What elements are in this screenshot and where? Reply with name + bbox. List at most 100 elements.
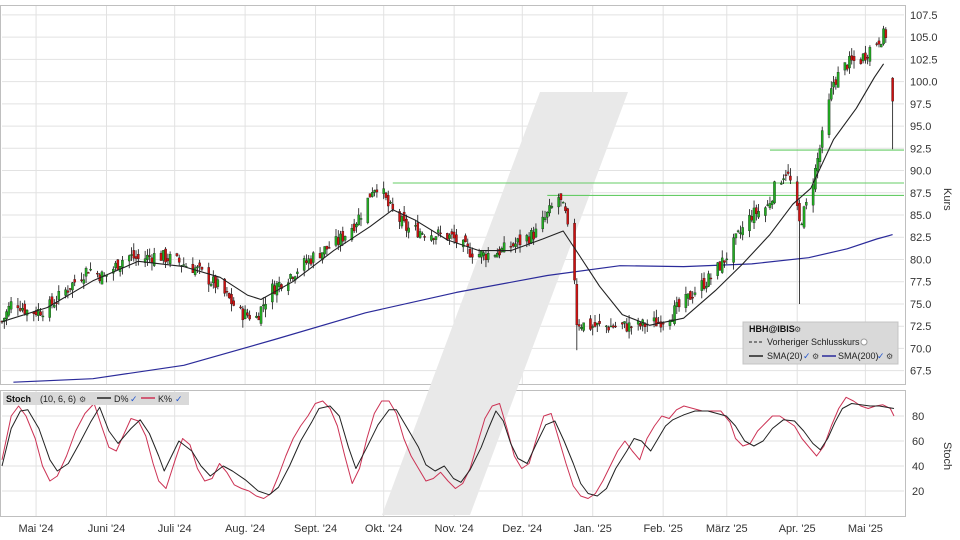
candle-body: [850, 55, 853, 61]
candle-body: [21, 308, 24, 311]
stoch-k-check-icon[interactable]: ✓: [175, 394, 183, 404]
candle-body: [798, 203, 801, 222]
candle-body: [582, 322, 585, 331]
stoch-y-tick-label: 60: [912, 436, 924, 448]
candle-body: [130, 254, 133, 256]
candle-body: [500, 248, 504, 252]
candle-body: [621, 322, 624, 325]
candle-body: [800, 223, 804, 226]
candle-body: [116, 259, 120, 271]
candle-body: [468, 248, 472, 258]
candle-body: [550, 206, 554, 208]
candle-body: [421, 233, 424, 235]
candle-body: [795, 181, 799, 206]
candle-body: [782, 178, 785, 181]
candle-body: [162, 250, 165, 261]
candle-body: [786, 171, 790, 174]
candle-body: [191, 263, 195, 273]
candle-body: [705, 285, 708, 289]
candle-body: [302, 258, 306, 271]
legend-sma200-check-icon[interactable]: ✓: [877, 351, 885, 361]
candle-body: [534, 228, 538, 238]
legend-sma20-settings-icon[interactable]: ⚙: [812, 352, 819, 361]
candle-body: [891, 77, 894, 102]
candle-body: [577, 324, 581, 327]
candle-body: [591, 326, 594, 328]
candle-body: [177, 257, 181, 263]
x-tick-label: Feb. '25: [643, 523, 682, 535]
candle-body: [371, 192, 374, 197]
candle-body: [243, 309, 247, 320]
candle-body: [225, 291, 229, 293]
candle-body: [609, 325, 613, 328]
candle-body: [296, 271, 299, 274]
candle-body: [148, 255, 151, 257]
stoch-d-check-icon[interactable]: ✓: [130, 394, 138, 404]
candle-body: [686, 293, 690, 299]
candle-body: [673, 305, 676, 324]
price-y-tick-label: 75.0: [910, 299, 931, 311]
legend-instrument: HBH@IBIS: [749, 324, 795, 334]
price-axis-title: Kurs: [941, 188, 953, 211]
candle-body: [384, 192, 388, 198]
candle-body: [845, 64, 849, 70]
candle-body: [598, 321, 601, 324]
candle-body: [175, 253, 179, 256]
candle-body: [418, 231, 422, 238]
candle-body: [530, 230, 533, 243]
candle-body: [289, 274, 292, 279]
candle-body: [73, 279, 76, 283]
price-y-tick-label: 95.0: [910, 121, 931, 133]
x-tick-label: Mai '25: [848, 523, 883, 535]
candle-body: [548, 205, 551, 214]
candle-body: [611, 325, 615, 328]
candle-body: [677, 299, 681, 308]
candle-body: [430, 235, 433, 241]
legend-sma200-settings-icon[interactable]: ⚙: [886, 352, 893, 361]
candle-body: [605, 325, 608, 328]
candle-body: [848, 56, 851, 69]
candle-body: [593, 322, 597, 327]
candle-body: [543, 217, 547, 221]
candle-body: [327, 247, 331, 249]
candle-body: [436, 229, 440, 233]
legend-prev-close: Vorheriger Schlusskurs: [767, 337, 860, 347]
candle-body: [50, 296, 54, 305]
candle-body: [627, 322, 631, 332]
candle-body: [355, 223, 358, 228]
candle-body: [150, 257, 154, 263]
legend-instrument-icon[interactable]: ⚙: [794, 325, 801, 334]
candle-body: [702, 278, 706, 289]
candle-body: [575, 284, 579, 326]
price-y-tick-label: 82.5: [910, 232, 931, 244]
candle-body: [391, 203, 395, 210]
candle-body: [80, 279, 83, 281]
stoch-axis-title: Stoch: [941, 442, 953, 470]
candle-body: [389, 202, 392, 204]
candle-body: [709, 277, 713, 280]
candle-body: [496, 253, 499, 258]
candle-body: [275, 283, 279, 296]
candle-body: [477, 254, 481, 258]
candle-body: [580, 327, 583, 329]
candle-body: [780, 182, 783, 185]
candle-body: [416, 222, 420, 238]
candle-body: [452, 231, 456, 239]
candle-body: [166, 258, 170, 262]
legend-sma20-check-icon[interactable]: ✓: [803, 351, 811, 361]
candle-body: [784, 174, 788, 176]
candle-body: [527, 236, 531, 244]
candle-body: [325, 245, 329, 250]
candle-body: [561, 202, 565, 204]
candle-body: [877, 40, 881, 45]
stoch-settings-icon[interactable]: ⚙: [79, 395, 86, 404]
candle-body: [402, 211, 406, 222]
stoch-y-tick-label: 80: [912, 411, 924, 423]
candle-body: [66, 290, 70, 293]
candle-body: [596, 323, 599, 326]
candle-body: [89, 268, 92, 271]
legend-prev-close-toggle[interactable]: [860, 338, 868, 346]
candle-body: [159, 252, 163, 261]
candle-body: [209, 283, 213, 286]
candle-body: [757, 211, 760, 218]
